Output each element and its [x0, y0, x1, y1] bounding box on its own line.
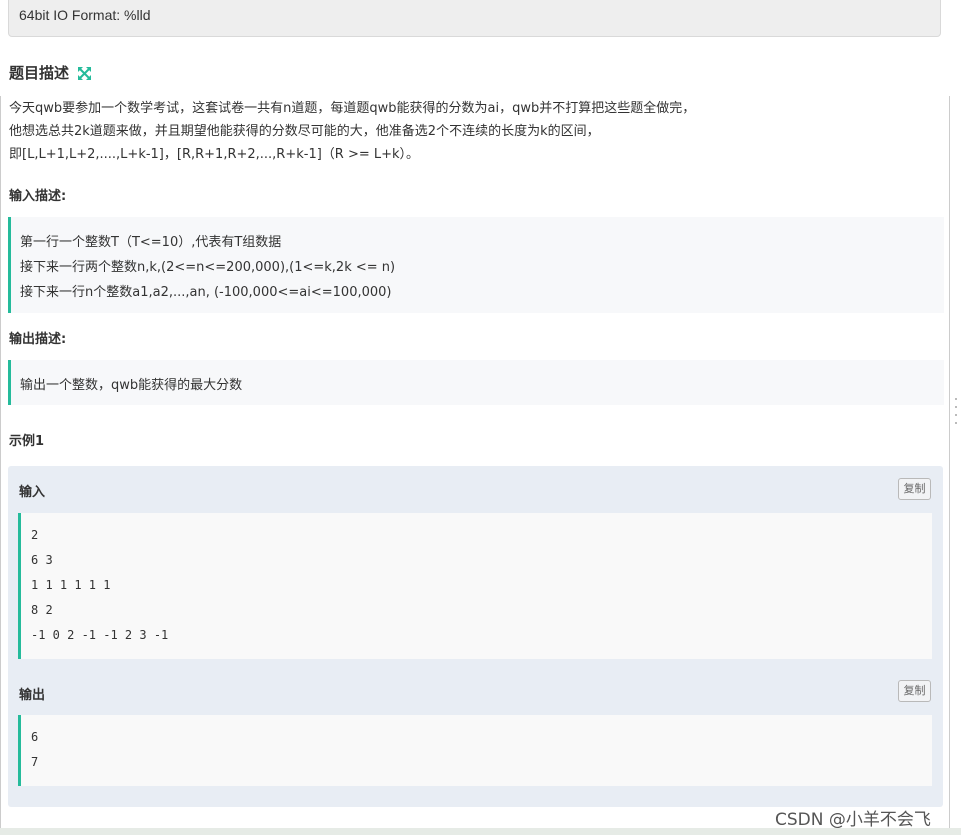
example-panel: 输入 复制 2 6 3 1 1 1 1 1 1 8 2 -1 0 2 -1 -1… — [8, 466, 943, 807]
input-description-block: 第一行一个整数T（T<=10）,代表有T组数据 接下来一行两个整数n,k,(2<… — [8, 217, 944, 313]
example-input-code: 2 6 3 1 1 1 1 1 1 8 2 -1 0 2 -1 -1 2 3 -… — [18, 513, 932, 659]
example-output-label: 输出 — [19, 688, 46, 703]
input-description-line: 第一行一个整数T（T<=10）,代表有T组数据 — [20, 235, 282, 250]
output-description-block: 输出一个整数，qwb能获得的最大分数 — [8, 360, 944, 405]
watermark-text: CSDN @小羊不会飞 — [775, 810, 931, 830]
code-line: 2 — [31, 528, 39, 542]
content-left-border — [0, 96, 1, 835]
code-line: 1 1 1 1 1 1 — [31, 578, 111, 592]
description-heading: 题目描述 — [9, 62, 92, 84]
example-output-code: 6 7 — [18, 715, 932, 786]
io-format-text: 64bit IO Format: %lld — [19, 7, 151, 23]
input-description-line: 接下来一行两个整数n,k,(2<=n<=200,000),(1<=k,2k <=… — [20, 260, 396, 275]
description-line: 今天qwb要参加一个数学考试，这套试卷一共有n道题，每道题qwb能获得的分数为a… — [9, 101, 696, 116]
description-line: 他想选总共2k道题来做，并且期望他能获得的分数尽可能的大，他准备选2个不连续的长… — [9, 124, 600, 139]
content-right-border — [949, 96, 950, 835]
copy-output-button[interactable]: 复制 — [898, 680, 931, 702]
code-line: 6 3 — [31, 553, 53, 567]
code-line: 7 — [31, 755, 39, 769]
output-description-line: 输出一个整数，qwb能获得的最大分数 — [20, 378, 243, 393]
code-line: -1 0 2 -1 -1 2 3 -1 — [31, 628, 169, 642]
code-line: 8 2 — [31, 603, 53, 617]
output-description-title: 输出描述: — [9, 332, 67, 347]
copy-input-button[interactable]: 复制 — [898, 478, 931, 500]
code-line: 6 — [31, 730, 39, 744]
input-description-title: 输入描述: — [9, 189, 67, 204]
description-line: 即[L,L+1,L+2,....,L+k-1]，[R,R+1,R+2,...,R… — [9, 147, 420, 162]
example-title: 示例1 — [9, 434, 45, 449]
description-title: 题目描述 — [9, 64, 70, 82]
resize-handle[interactable] — [955, 398, 958, 430]
example-input-label: 输入 — [19, 485, 46, 500]
io-format-box: 64bit IO Format: %lld — [8, 0, 941, 37]
expand-arrows-icon[interactable] — [78, 66, 92, 84]
input-description-line: 接下来一行n个整数a1,a2,...,an, (-100,000<=ai<=10… — [20, 285, 392, 300]
